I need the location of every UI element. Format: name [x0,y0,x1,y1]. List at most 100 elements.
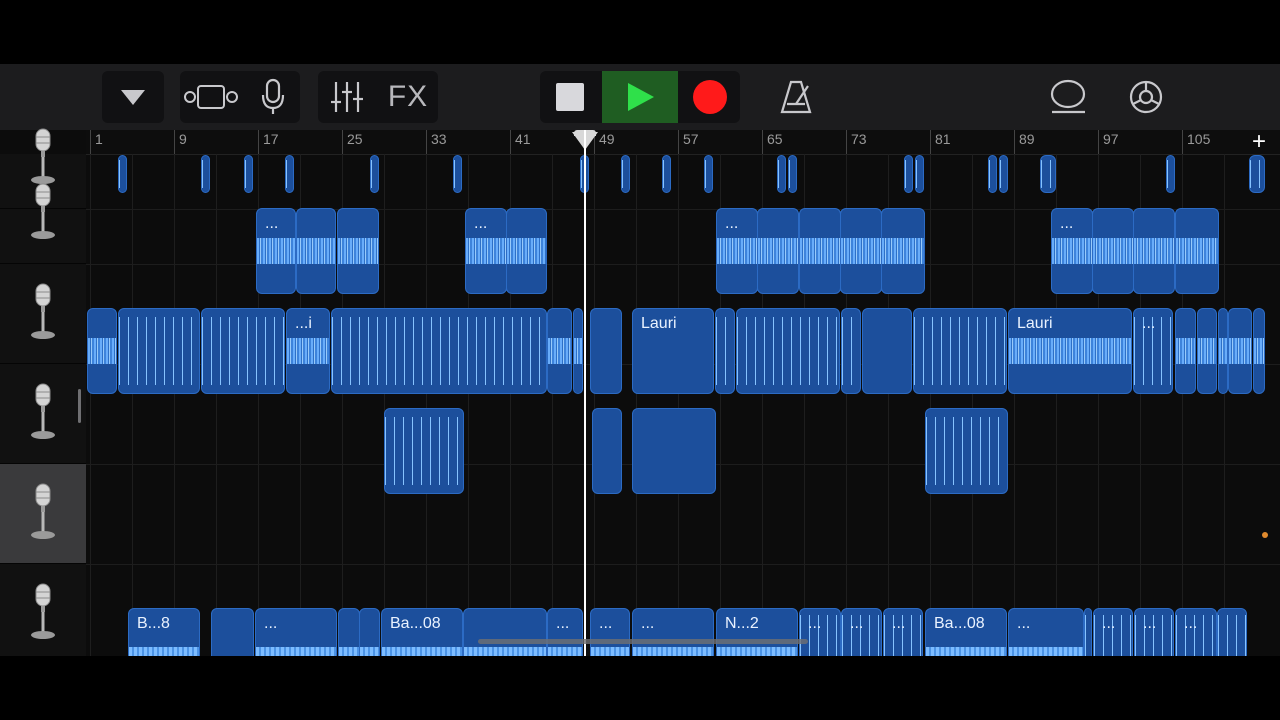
audio-region[interactable] [118,308,200,394]
audio-region[interactable] [840,208,882,294]
track-header-6[interactable] [0,564,86,656]
audio-region[interactable] [359,608,380,656]
audio-region[interactable] [1218,308,1228,394]
audio-region[interactable] [201,155,210,193]
audio-region[interactable]: ... [841,608,882,656]
audio-region[interactable] [453,155,462,193]
region-label: N...2 [725,615,759,632]
audio-region[interactable]: ... [1134,608,1174,656]
audio-region[interactable] [506,208,547,294]
audio-region[interactable]: ... [1008,608,1084,656]
audio-region[interactable]: ... [883,608,923,656]
vertical-scrollbar[interactable] [78,389,81,423]
audio-region[interactable] [1133,208,1175,294]
track-header-3[interactable] [0,264,86,364]
audio-region[interactable] [590,308,622,394]
audio-region[interactable] [788,155,797,193]
audio-region[interactable] [244,155,253,193]
audio-region[interactable]: ... [465,208,507,294]
audio-region[interactable] [296,208,336,294]
audio-region[interactable]: ... [255,608,337,656]
audio-region[interactable] [87,308,117,394]
audio-region[interactable]: ... [632,608,714,656]
audio-region[interactable]: B...8 [128,608,200,656]
audio-region[interactable] [547,308,572,394]
region-label: ... [1184,615,1198,632]
audio-region[interactable] [592,408,622,494]
audio-region[interactable] [285,155,294,193]
waveform [1198,337,1216,365]
audio-region[interactable]: ... [1175,608,1217,656]
waveform [119,159,126,189]
audio-region[interactable] [799,208,841,294]
audio-region[interactable] [1249,155,1265,193]
audio-region[interactable] [1228,308,1252,394]
audio-region[interactable] [988,155,997,193]
audio-region[interactable] [1217,608,1247,656]
audio-region[interactable] [913,308,1007,394]
audio-region[interactable] [715,308,735,394]
audio-region[interactable]: ...i [286,308,330,394]
track-header-5[interactable] [0,464,86,564]
audio-region[interactable] [621,155,630,193]
audio-region[interactable] [704,155,713,193]
audio-region[interactable] [331,308,547,394]
audio-region[interactable]: ... [1093,608,1133,656]
audio-region[interactable]: ... [256,208,296,294]
tracks-area[interactable]: ............ ...i Lauri Lauri... B...8... Ba.… [86,154,1280,656]
audio-region[interactable]: Ba...08 [925,608,1007,656]
region-label: ... [599,615,613,632]
waveform [371,159,378,189]
audio-region[interactable] [338,608,360,656]
region-label: ... [808,615,822,632]
region-label: ... [1060,215,1074,232]
audio-region[interactable] [211,608,254,656]
audio-region[interactable]: ... [590,608,630,656]
audio-region[interactable] [904,155,913,193]
audio-region[interactable] [1175,308,1196,394]
audio-region[interactable] [337,208,379,294]
audio-region[interactable] [999,155,1008,193]
waveform [1167,159,1174,189]
audio-region[interactable] [1040,155,1056,193]
audio-region[interactable] [463,608,547,656]
audio-region[interactable] [1166,155,1175,193]
audio-region[interactable]: Lauri [1008,308,1132,394]
audio-region[interactable] [1175,208,1219,294]
audio-region[interactable] [915,155,924,193]
audio-region[interactable]: ... [1051,208,1093,294]
audio-region[interactable]: ... [547,608,583,656]
audio-region[interactable]: ... [799,608,841,656]
audio-region[interactable] [1253,308,1265,394]
audio-region[interactable] [384,408,464,494]
audio-region[interactable] [777,155,786,193]
region-label: ... [1142,315,1156,332]
audio-region[interactable] [757,208,799,294]
track-header-4[interactable] [0,364,86,464]
audio-region[interactable]: N...2 [716,608,798,656]
audio-region[interactable]: ... [716,208,758,294]
audio-region[interactable] [370,155,379,193]
waveform [574,337,582,365]
audio-region[interactable] [573,308,583,394]
audio-region[interactable] [118,155,127,193]
track-header-2[interactable] [0,164,86,264]
audio-region[interactable] [632,408,716,494]
audio-region[interactable] [736,308,840,394]
playhead[interactable] [584,130,586,656]
horizontal-scrollbar[interactable] [478,639,808,644]
audio-region[interactable] [201,308,285,394]
audio-region[interactable] [1197,308,1217,394]
audio-region[interactable] [662,155,671,193]
audio-region[interactable]: ... [1133,308,1173,394]
waveform [548,337,571,365]
region-label: ... [850,615,864,632]
audio-region[interactable]: Lauri [632,308,714,394]
audio-region[interactable] [841,308,861,394]
audio-region[interactable] [1084,608,1092,656]
audio-region[interactable] [881,208,925,294]
audio-region[interactable] [862,308,912,394]
audio-region[interactable]: Ba...08 [381,608,463,656]
audio-region[interactable] [925,408,1008,494]
audio-region[interactable] [1092,208,1134,294]
